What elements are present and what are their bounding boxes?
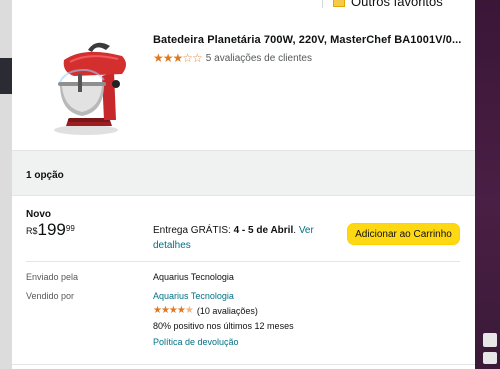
rating-count-link[interactable]: 5 avaliações de clientes — [206, 53, 312, 64]
ships-from-label: Enviado pela — [26, 272, 79, 282]
seller-rating-stars-icon: ★★★★★ — [153, 305, 194, 316]
rating-stars-icon: ★★★☆☆ — [153, 51, 203, 65]
offer-divider — [26, 261, 460, 262]
offer-price: R$ 199 99 — [26, 221, 75, 239]
offer-condition: Novo — [26, 209, 51, 220]
top-fragment: Outros favoritos — [322, 0, 443, 9]
product-header: Batedeira Planetária 700W, 220V, MasterC… — [12, 14, 475, 151]
sold-by-label: Vendido por — [26, 291, 75, 301]
flag-icon — [333, 0, 345, 7]
options-header: 1 opção — [12, 151, 475, 196]
price-currency: R$ — [26, 226, 38, 236]
offer-panel: Outros favoritos Batedeira Planetária 70… — [12, 0, 475, 369]
divider — [322, 0, 323, 8]
background-widget-1 — [483, 333, 497, 347]
seller-rating[interactable]: ★★★★★ (10 avaliações) — [153, 305, 258, 316]
product-title[interactable]: Batedeira Planetária 700W, 220V, MasterC… — [153, 34, 461, 46]
background-header-band — [0, 58, 12, 94]
add-to-cart-button[interactable]: Adicionar ao Carrinho — [347, 223, 460, 245]
price-whole: 199 — [37, 220, 66, 239]
delivery-dates: 4 - 5 de Abril — [233, 225, 294, 236]
delivery-info: Entrega GRÁTIS: 4 - 5 de Abril. Ver deta… — [153, 223, 333, 253]
ships-from-value: Aquarius Tecnologia — [153, 272, 234, 282]
seller-positive-text: 80% positivo nos últimos 12 meses — [153, 321, 294, 331]
background-page-left — [0, 0, 12, 369]
seller-rating-count: (10 avaliações) — [196, 305, 258, 316]
delivery-prefix: Entrega GRÁTIS: — [153, 225, 234, 236]
options-count: 1 opção — [26, 170, 64, 181]
return-policy-link[interactable]: Política de devolução — [153, 337, 239, 347]
stand-mixer-icon — [54, 42, 126, 135]
product-rating[interactable]: ★★★☆☆ 5 avaliações de clientes — [153, 51, 312, 65]
price-fraction: 99 — [65, 224, 75, 233]
background-page-right — [475, 0, 500, 369]
sold-by-link[interactable]: Aquarius Tecnologia — [153, 291, 234, 301]
top-label[interactable]: Outros favoritos — [351, 0, 443, 9]
bottom-divider — [12, 364, 475, 365]
background-widget-2 — [483, 352, 497, 364]
stand-mixer-image[interactable] — [44, 40, 134, 136]
